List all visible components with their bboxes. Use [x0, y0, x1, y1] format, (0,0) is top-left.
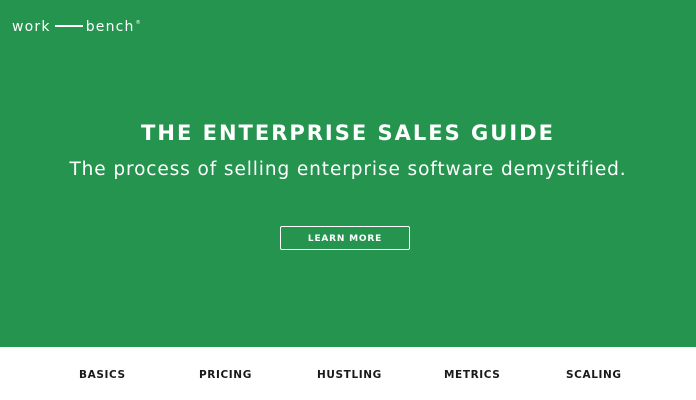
- nav-item-basics[interactable]: BASICS: [79, 368, 126, 382]
- learn-more-button[interactable]: LEARN MORE: [280, 226, 410, 250]
- page-subtitle: The process of selling enterprise softwa…: [69, 159, 627, 180]
- section-nav: BASICS PRICING HUSTLING METRICS SCALING: [0, 347, 696, 400]
- page-title: THE ENTERPRISE SALES GUIDE: [141, 121, 555, 145]
- logo-trademark: ®: [135, 20, 142, 26]
- nav-item-pricing[interactable]: PRICING: [199, 368, 252, 382]
- logo-word-work: work: [12, 19, 51, 35]
- hero-banner: work bench ® THE ENTERPRISE SALES GUIDE …: [0, 0, 696, 347]
- workbench-logo[interactable]: work bench ®: [12, 18, 142, 36]
- logo-word-bench: bench: [85, 19, 135, 35]
- nav-item-hustling[interactable]: HUSTLING: [317, 368, 382, 382]
- nav-item-metrics[interactable]: METRICS: [444, 368, 500, 382]
- nav-item-scaling[interactable]: SCALING: [566, 368, 622, 382]
- logo-dash: [54, 25, 83, 27]
